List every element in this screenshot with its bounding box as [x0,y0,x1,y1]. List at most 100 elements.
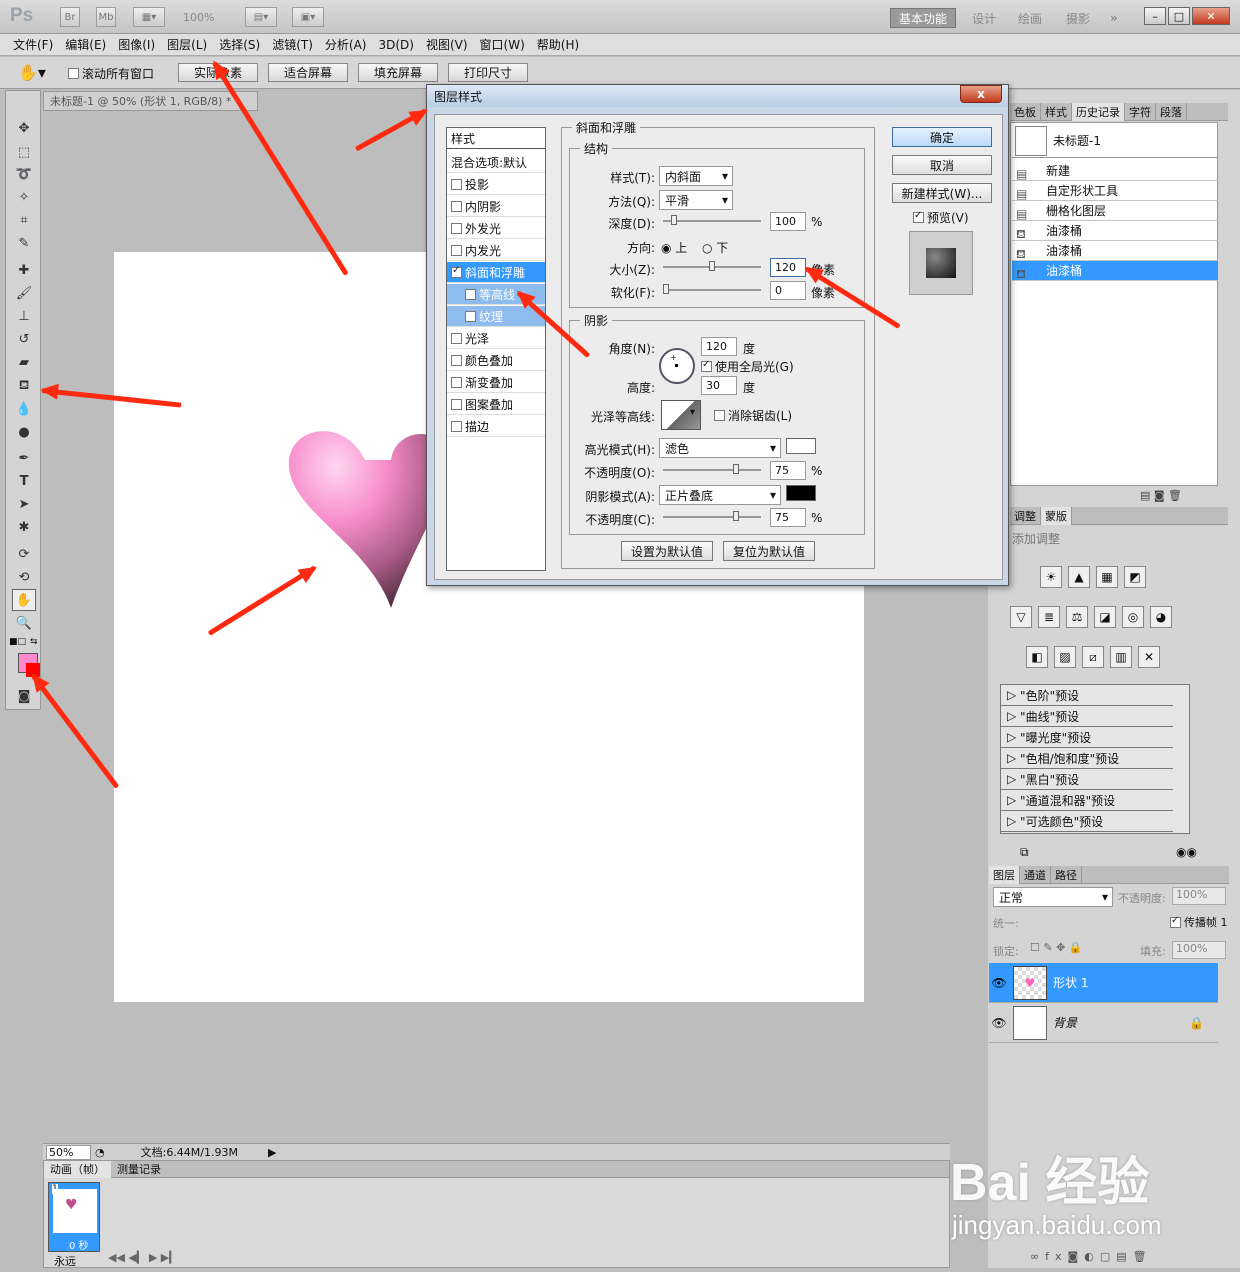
history-item[interactable]: 自定形状工具 [1012,181,1218,201]
shadow-opacity-slider[interactable] [663,516,761,518]
tab-layers[interactable]: 图层 [989,865,1020,884]
animation-frame-1[interactable]: 1 ♥ 0 秒 [48,1182,100,1252]
soften-field[interactable]: 0 [770,281,806,300]
fit-screen-button[interactable]: 适合屏幕 [268,63,348,82]
dodge-tool-icon[interactable]: ● [12,421,36,443]
threshold-icon[interactable]: ⧄ [1082,646,1104,668]
shadow-mode-select[interactable]: 正片叠底 ▾ [659,485,781,505]
layer-name[interactable]: 背景 [1053,1014,1077,1031]
checkbox[interactable] [451,376,462,388]
color-balance-icon[interactable]: ⚖ [1066,606,1088,628]
menu-analysis[interactable]: 分析(A) [320,36,372,53]
workspace-photography[interactable]: 摄影 [1066,8,1090,28]
tab-history[interactable]: 历史记录 [1072,102,1125,121]
style-texture[interactable]: 纹理 [447,306,545,327]
menu-edit[interactable]: 编辑(E) [60,36,111,53]
workspace-design[interactable]: 设计 [972,8,996,28]
style-pattern-overlay[interactable]: 图案叠加 [447,394,545,415]
history-item-selected[interactable]: 油漆桶 [1012,261,1218,281]
quick-select-tool-icon[interactable]: ✧ [12,186,36,208]
vibrance-icon[interactable]: ▽ [1010,606,1032,628]
checkbox[interactable] [451,332,462,344]
layer-row-shape[interactable]: 👁 ♥ 形状 1 [989,963,1218,1003]
tab-measurement-log[interactable]: 测量记录 [111,1161,167,1177]
menu-file[interactable]: 文件(F) [8,36,58,53]
crop-tool-icon[interactable]: ⌗ [12,209,36,231]
altitude-field[interactable]: 30 [701,376,737,395]
minimize-button[interactable]: – [1144,7,1166,25]
bridge-button[interactable]: Br [60,7,80,27]
view-extras-button[interactable]: ▦▾ [133,7,165,27]
eraser-tool-icon[interactable]: ▰ [12,351,36,373]
direction-down-radio[interactable]: ○ 下 [702,239,728,256]
swap-colors-icon[interactable]: ⇆ [30,637,38,647]
gradient-map-icon[interactable]: ▥ [1110,646,1132,668]
menu-view[interactable]: 视图(V) [421,36,473,53]
highlight-mode-select[interactable]: 滤色 ▾ [659,438,781,458]
history-item[interactable]: 新建 [1012,161,1218,181]
photo-filter-icon[interactable]: ◎ [1122,606,1144,628]
history-snapshot[interactable]: 未标题-1 [1012,124,1218,158]
dialog-close-button[interactable]: x [960,85,1002,103]
history-item[interactable]: 油漆桶 [1012,241,1218,261]
blend-mode-select[interactable]: 正常 ▾ [993,887,1113,907]
ok-button[interactable]: 确定 [892,127,992,147]
menu-3d[interactable]: 3D(D) [373,38,418,52]
checkbox[interactable] [465,288,476,300]
checkbox[interactable] [451,222,462,234]
fill-screen-button[interactable]: 填充屏幕 [358,63,438,82]
style-inner-shadow[interactable]: 内阴影 [447,196,545,217]
workspace-painting[interactable]: 绘画 [1018,8,1042,28]
global-light-checkbox[interactable] [701,359,712,372]
close-app-button[interactable]: ✕ [1192,7,1230,25]
custom-shape-tool-icon[interactable]: ✱ [12,516,36,538]
preset-selective-color[interactable]: ▷ "可选颜色"预设 [1001,811,1173,832]
playback-controls[interactable]: ◀◀ ◀▎ ▶ ▶▎ [108,1251,178,1264]
black-white-icon[interactable]: ◪ [1094,606,1116,628]
status-menu-arrow-icon[interactable]: ▶ [268,1146,276,1159]
invert-icon[interactable]: ◧ [1026,646,1048,668]
depth-slider[interactable] [663,220,761,222]
cancel-button[interactable]: 取消 [892,155,992,175]
direction-up-radio[interactable]: ◉ 上 [661,239,687,256]
size-slider-thumb[interactable] [709,261,715,271]
blending-options-item[interactable]: 混合选项:默认 [447,152,545,173]
history-item[interactable]: 油漆桶 [1012,221,1218,241]
angle-field[interactable]: 120 [701,337,737,356]
menu-filter[interactable]: 滤镜(T) [267,36,318,53]
scroll-all-windows-option[interactable]: 滚动所有窗口 [68,65,154,82]
path-select-tool-icon[interactable]: ➤ [12,493,36,515]
history-footer-icons[interactable]: ▤ ◙ 🗑 [1140,489,1182,502]
menu-select[interactable]: 选择(S) [214,36,265,53]
checkbox[interactable] [451,244,462,256]
scroll-all-checkbox[interactable] [68,68,79,79]
levels-icon[interactable]: ▲ [1068,566,1090,588]
checkbox[interactable] [451,178,462,190]
exposure-icon[interactable]: ◩ [1124,566,1146,588]
soften-slider[interactable] [663,289,761,291]
visibility-eye-icon[interactable]: 👁 [989,1016,1009,1030]
hue-saturation-icon[interactable]: ≣ [1038,606,1060,628]
layer-name[interactable]: 形状 1 [1053,974,1088,991]
shadow-opacity-thumb[interactable] [733,511,739,521]
menu-layer[interactable]: 图层(L) [162,36,212,53]
menu-image[interactable]: 图像(I) [113,36,160,53]
visibility-eye-icon[interactable]: 👁 [989,976,1009,990]
tab-adjustments[interactable]: 调整 [1010,506,1041,525]
curves-icon[interactable]: ▦ [1096,566,1118,588]
checkbox[interactable] [451,265,462,278]
pen-tool-icon[interactable]: ✒ [12,447,36,469]
3d-rotate-tool-icon[interactable]: ⟳ [12,543,36,565]
channel-mixer-icon[interactable]: ◕ [1150,606,1172,628]
healing-brush-tool-icon[interactable]: ✚ [12,259,36,281]
depth-field[interactable]: 100 [770,212,806,231]
bevel-style-select[interactable]: 内斜面 ▾ [659,166,733,186]
paint-bucket-tool-icon[interactable]: ⛾ [12,375,36,397]
global-light-option[interactable]: 使用全局光(G) [701,358,794,375]
shadow-opacity-field[interactable]: 75 [770,508,806,527]
preset-exposure[interactable]: ▷ "曝光度"预设 [1001,727,1173,748]
eyedropper-tool-icon[interactable]: ✎ [12,232,36,254]
style-drop-shadow[interactable]: 投影 [447,174,545,195]
gloss-contour-dropdown-icon[interactable]: ▾ [690,407,695,418]
style-satin[interactable]: 光泽 [447,328,545,349]
